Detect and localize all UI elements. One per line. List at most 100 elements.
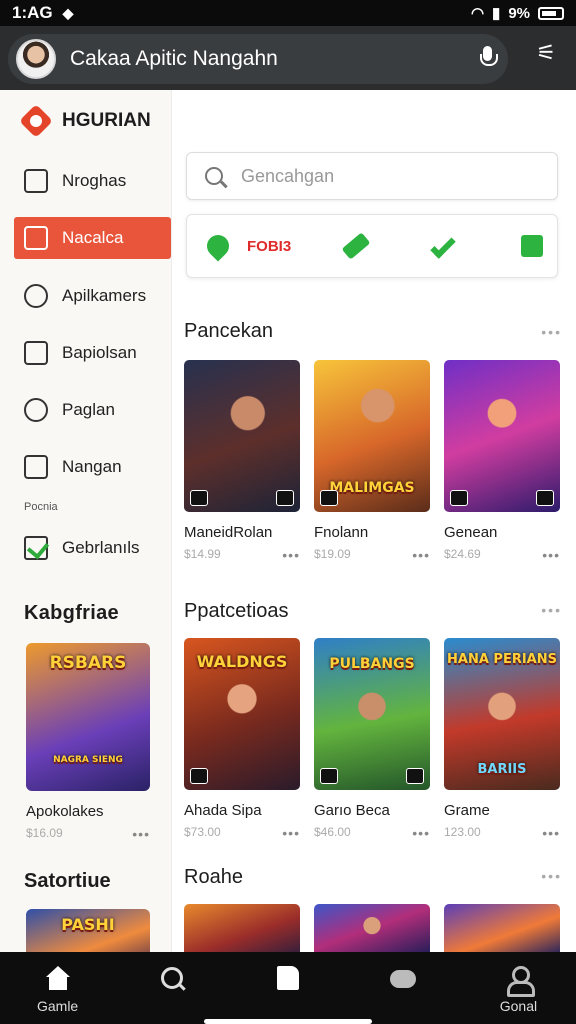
checkmark-icon[interactable] bbox=[430, 233, 456, 259]
nav-tab-profile[interactable]: Gonal bbox=[461, 952, 576, 1024]
game-name: Genean bbox=[444, 524, 498, 541]
signal-icon: ▮ bbox=[492, 5, 501, 22]
nav-tab-games[interactable] bbox=[346, 952, 461, 1024]
thumbnail-title: WALDNGS bbox=[196, 652, 288, 671]
game-thumbnail[interactable] bbox=[184, 904, 300, 952]
game-thumbnail[interactable]: HANA PERIANS BARIIS bbox=[444, 638, 560, 790]
game-price-row: $16.09 ••• bbox=[26, 826, 150, 842]
search-icon bbox=[205, 167, 223, 185]
game-card[interactable] bbox=[314, 904, 430, 952]
game-thumbnail[interactable] bbox=[444, 904, 560, 952]
thumbnail-subtitle: BARIIS bbox=[477, 762, 527, 777]
document-icon bbox=[277, 966, 299, 990]
game-thumbnail[interactable] bbox=[184, 360, 300, 512]
gamepad-icon bbox=[390, 966, 417, 992]
sidebar-item-label: Gebrlanıls bbox=[62, 537, 140, 557]
filter-icon[interactable]: ⚟ bbox=[536, 40, 556, 66]
sidebar-item-library[interactable]: Nangan bbox=[0, 438, 171, 495]
game-price-row: $19.09 ••• bbox=[314, 547, 430, 563]
sidebar-item-search[interactable]: Apilkamers bbox=[0, 267, 171, 324]
section-more-icon[interactable]: ••• bbox=[541, 868, 562, 884]
microphone-icon[interactable] bbox=[480, 46, 498, 70]
game-price-row: $73.00 ••• bbox=[184, 825, 300, 841]
game-card[interactable]: MALIMGAS Fnolann $19.09 ••• bbox=[314, 360, 430, 563]
game-card[interactable]: HANA PERIANS BARIIS Grame 123.00 ••• bbox=[444, 638, 560, 841]
game-price-row: 123.00 ••• bbox=[444, 825, 560, 841]
game-thumbnail[interactable]: MALIMGAS bbox=[314, 360, 430, 512]
game-price: $16.09 bbox=[26, 826, 63, 840]
game-price: $73.00 bbox=[184, 825, 221, 839]
home-icon bbox=[45, 966, 71, 992]
game-thumbnail[interactable]: RSBARS NAGRA SIENG bbox=[26, 643, 150, 791]
game-card[interactable]: Genean $24.69 ••• bbox=[444, 360, 560, 563]
sidebar: HGURIAN Nroghas Nacalca Apilkamers Bapio… bbox=[0, 90, 172, 969]
nav-tab-label: Gonal bbox=[499, 998, 538, 1014]
game-price-row: $46.00 ••• bbox=[314, 825, 430, 841]
nav-tab-home[interactable]: Gamle bbox=[0, 952, 115, 1024]
nav-tab-search[interactable] bbox=[115, 952, 230, 1024]
sidebar-game-card[interactable]: RSBARS NAGRA SIENG Apokolakes $16.09 ••• bbox=[26, 643, 150, 842]
quick-action-label[interactable]: FOBI3 bbox=[247, 238, 291, 255]
download-box-icon[interactable] bbox=[521, 235, 544, 257]
sidebar-section-label: Pocnia bbox=[24, 501, 58, 513]
sidebar-item-active[interactable]: Nacalca bbox=[14, 217, 171, 259]
game-card[interactable] bbox=[444, 904, 560, 952]
more-options-icon[interactable]: ••• bbox=[412, 825, 430, 841]
square-icon bbox=[24, 454, 48, 479]
home-indicator[interactable] bbox=[204, 1019, 372, 1024]
nav-tab-label: Gamle bbox=[36, 998, 79, 1014]
battery-icon bbox=[538, 6, 564, 20]
controller-badge-icon bbox=[406, 768, 424, 784]
status-bar: 1:AG ◆ ◠ ▮ 9% bbox=[0, 0, 576, 26]
sidebar-heading: Kabgfriae bbox=[24, 602, 119, 624]
game-thumbnail[interactable] bbox=[314, 904, 430, 952]
section-more-icon[interactable]: ••• bbox=[541, 602, 562, 618]
game-thumbnail[interactable]: PULBANGS bbox=[314, 638, 430, 790]
controller-badge-icon bbox=[536, 490, 554, 506]
profile-icon bbox=[505, 966, 536, 997]
platform-badge-icon bbox=[320, 768, 338, 784]
game-price: $24.69 bbox=[444, 547, 481, 561]
thumbnail-subtitle: NAGRA SIENG bbox=[53, 755, 123, 765]
checkbox-checked-icon[interactable] bbox=[24, 535, 48, 560]
game-card[interactable]: WALDNGS Ahada Sipa $73.00 ••• bbox=[184, 638, 300, 841]
game-price: 123.00 bbox=[444, 825, 481, 839]
search-input[interactable]: Gencahgan bbox=[186, 152, 558, 200]
location-pin-icon[interactable] bbox=[202, 230, 234, 262]
section-title: Roahe bbox=[184, 866, 243, 888]
game-name: Apokolakes bbox=[26, 803, 104, 820]
sidebar-item-messages[interactable]: Paglan bbox=[0, 381, 171, 438]
tag-icon[interactable] bbox=[341, 232, 371, 260]
header-title: Cakaa Apitic Nangahn bbox=[70, 47, 278, 70]
game-thumbnail[interactable]: WALDNGS bbox=[184, 638, 300, 790]
sidebar-item-home[interactable]: Nroghas bbox=[0, 152, 171, 209]
thumbnail-title: PASHI bbox=[61, 915, 115, 934]
avatar[interactable] bbox=[16, 39, 56, 79]
more-options-icon[interactable]: ••• bbox=[282, 547, 300, 563]
sidebar-item-checked[interactable]: Gebrlanıls bbox=[0, 519, 171, 576]
nav-tab-library[interactable] bbox=[230, 952, 345, 1024]
more-options-icon[interactable]: ••• bbox=[542, 547, 560, 563]
section-more-icon[interactable]: ••• bbox=[541, 324, 562, 340]
thumbnail-title: RSBARS bbox=[49, 653, 127, 673]
game-card[interactable]: ManeidRolan $14.99 ••• bbox=[184, 360, 300, 563]
game-price-row: $24.69 ••• bbox=[444, 547, 560, 563]
sidebar-item-files[interactable]: Bapiolsan bbox=[0, 324, 171, 381]
game-card[interactable] bbox=[184, 904, 300, 952]
sidebar-brand[interactable]: HGURIAN bbox=[0, 90, 171, 152]
top-app-bar: Cakaa Apitic Nangahn ⚟ bbox=[0, 26, 576, 90]
header-search-pill[interactable]: Cakaa Apitic Nangahn bbox=[8, 34, 508, 84]
main-content: Gencahgan FOBI3 Pancekan ••• ManeidRolan… bbox=[172, 90, 576, 952]
more-options-icon[interactable]: ••• bbox=[132, 826, 150, 842]
platform-badge-icon bbox=[190, 490, 208, 506]
sidebar-item-label: Bapiolsan bbox=[62, 342, 137, 362]
more-options-icon[interactable]: ••• bbox=[282, 825, 300, 841]
search-placeholder: Gencahgan bbox=[241, 165, 335, 186]
more-options-icon[interactable]: ••• bbox=[412, 547, 430, 563]
game-thumbnail[interactable] bbox=[444, 360, 560, 512]
platform-badge-icon bbox=[450, 490, 468, 506]
more-options-icon[interactable]: ••• bbox=[542, 825, 560, 841]
sidebar-item-label: Nroghas bbox=[62, 170, 127, 190]
game-card[interactable]: PULBANGS Garıo Beca $46.00 ••• bbox=[314, 638, 430, 841]
sidebar-item-label: Nacalca bbox=[62, 228, 124, 247]
